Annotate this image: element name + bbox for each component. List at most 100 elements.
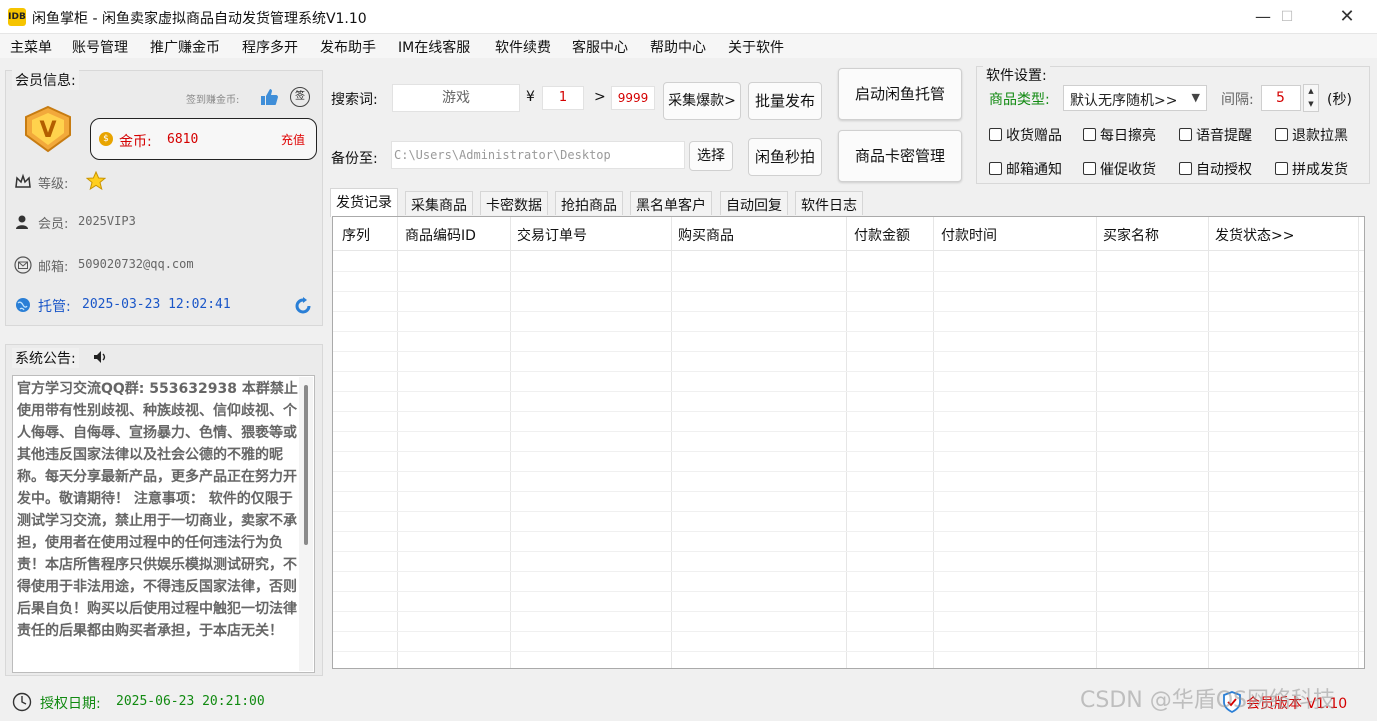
coin-label: 金币:	[119, 134, 152, 150]
menu-publish-helper[interactable]: 发布助手	[320, 37, 376, 57]
column-divider	[933, 217, 934, 668]
checkbox-refund-blacklist[interactable]: 退款拉黑	[1275, 125, 1348, 145]
checkbox-voice-alert[interactable]: 语音提醒	[1179, 125, 1252, 145]
table-row-line	[333, 571, 1364, 572]
search-keyword-input[interactable]: 游戏	[392, 84, 520, 112]
checkbox-group-ship[interactable]: 拼成发货	[1275, 159, 1348, 179]
interval-stepper[interactable]: ▲ ▼	[1303, 84, 1319, 112]
coin-value: 6810	[167, 132, 199, 147]
menu-accounts[interactable]: 账号管理	[72, 37, 128, 57]
tab-auto-reply[interactable]: 自动回复	[720, 191, 788, 215]
close-button[interactable]: ✕	[1324, 0, 1370, 34]
column-header-buyer[interactable]: 买家名称	[1103, 225, 1159, 245]
product-type-select[interactable]: 默认无序随机>> ▼	[1063, 85, 1207, 111]
tab-software-log[interactable]: 软件日志	[795, 191, 863, 215]
tab-collected-products[interactable]: 采集商品	[405, 191, 473, 215]
table-row-line	[333, 431, 1364, 432]
tab-snap-products[interactable]: 抢拍商品	[555, 191, 623, 215]
checkbox-box[interactable]	[1179, 162, 1192, 175]
membership-label: 会员:	[38, 217, 69, 232]
table-row-line	[333, 331, 1364, 332]
checkbox-urge-receipt[interactable]: 催促收货	[1083, 159, 1156, 179]
checkbox-label: 语音提醒	[1196, 128, 1252, 144]
start-hosting-button[interactable]: 启动闲鱼托管	[838, 68, 962, 120]
license-time: 2025-06-23 20:21:00	[116, 694, 265, 709]
notice-text: 官方学习交流QQ群: 553632938 本群禁止使用带有性别歧视、种族歧视、信…	[17, 381, 298, 639]
checkbox-label: 邮箱通知	[1006, 162, 1062, 178]
maximize-button[interactable]: ☐	[1264, 0, 1310, 34]
checkbox-label: 退款拉黑	[1292, 128, 1348, 144]
table-row-line	[333, 511, 1364, 512]
collect-hot-button[interactable]: 采集爆款>	[663, 82, 741, 120]
checkbox-box[interactable]	[1275, 162, 1288, 175]
level-row: 等级:	[14, 171, 134, 193]
column-divider	[397, 217, 398, 668]
column-header-order-no[interactable]: 交易订单号	[517, 225, 587, 245]
user-icon	[16, 215, 28, 229]
tab-card-keys[interactable]: 卡密数据	[480, 191, 548, 215]
checkbox-box[interactable]	[989, 128, 1002, 141]
notice-title: 系统公告:	[12, 348, 79, 368]
column-header-product-id[interactable]: 商品编码ID	[405, 225, 476, 245]
refresh-icon[interactable]	[294, 297, 312, 315]
table-row-line	[333, 591, 1364, 592]
interval-input[interactable]: 5	[1261, 85, 1301, 111]
clock-icon	[12, 692, 32, 712]
checkbox-box[interactable]	[1275, 128, 1288, 141]
tab-shipping-records[interactable]: 发货记录	[330, 188, 398, 217]
checkbox-auto-authorize[interactable]: 自动授权	[1179, 159, 1252, 179]
trust-row: 托管: 2025-03-23 12:02:41	[14, 294, 264, 316]
checkbox-email-notify[interactable]: 邮箱通知	[989, 159, 1062, 179]
menu-im-service[interactable]: IM在线客服	[398, 37, 470, 57]
menu-promote[interactable]: 推广赚金币	[150, 37, 220, 57]
menu-help-center[interactable]: 帮助中心	[650, 37, 706, 57]
menu-about[interactable]: 关于软件	[728, 37, 784, 57]
checkbox-label: 自动授权	[1196, 162, 1252, 178]
column-header-product[interactable]: 购买商品	[678, 225, 734, 245]
table-row-line	[333, 311, 1364, 312]
watermark: CSDN @华盾OS网络科技	[1080, 688, 1335, 713]
column-header-amount[interactable]: 付款金额	[854, 225, 910, 245]
choose-folder-button[interactable]: 选择	[689, 141, 733, 171]
window-title: 闲鱼掌柜 - 闲鱼卖家虚拟商品自动发货管理系统V1.10	[32, 11, 367, 27]
search-keyword-value: 游戏	[442, 90, 470, 106]
membership-row: 会员: 2025VIP3	[14, 211, 214, 233]
coin-balance-box: $ 金币: 6810 充值	[90, 118, 317, 160]
card-key-manage-button[interactable]: 商品卡密管理	[838, 130, 962, 182]
price-max-input[interactable]: 9999	[611, 86, 655, 110]
coin-icon: $	[99, 132, 113, 146]
column-header-status[interactable]: 发货状态>>	[1215, 225, 1294, 245]
notice-scrollbar[interactable]	[299, 377, 313, 671]
checkbox-daily-polish[interactable]: 每日擦亮	[1083, 125, 1156, 145]
column-header-index[interactable]: 序列	[342, 225, 370, 245]
checkbox-receipt-gift[interactable]: 收货赠品	[989, 125, 1062, 145]
checkbox-box[interactable]	[1179, 128, 1192, 141]
checkbox-label: 拼成发货	[1292, 162, 1348, 178]
thumbs-up-icon[interactable]	[258, 86, 280, 108]
checkbox-box[interactable]	[1083, 162, 1096, 175]
star-icon	[86, 171, 106, 191]
tab-blacklist[interactable]: 黑名单客户	[630, 191, 712, 215]
shipping-records-table[interactable]: 序列 商品编码ID 交易订单号 购买商品 付款金额 付款时间 买家名称 发货状态…	[332, 216, 1365, 669]
menu-main[interactable]: 主菜单	[10, 37, 52, 57]
price-min-input[interactable]: 1	[542, 86, 584, 110]
table-row-line	[333, 651, 1364, 652]
menu-multi-open[interactable]: 程序多开	[242, 37, 298, 57]
table-row-line	[333, 491, 1364, 492]
checkbox-box[interactable]	[989, 162, 1002, 175]
column-header-pay-time[interactable]: 付款时间	[941, 225, 997, 245]
notice-textbox[interactable]: 官方学习交流QQ群: 553632938 本群禁止使用带有性别歧视、种族歧视、信…	[12, 375, 315, 673]
table-row-line	[333, 371, 1364, 372]
column-divider	[1358, 217, 1359, 668]
flash-buy-button[interactable]: 闲鱼秒拍	[748, 138, 822, 176]
sign-in-button[interactable]: 签	[290, 87, 310, 107]
menu-renew[interactable]: 软件续费	[495, 37, 551, 57]
menu-service-center[interactable]: 客服中心	[572, 37, 628, 57]
recharge-link[interactable]: 充值	[281, 131, 305, 148]
backup-label: 备份至:	[331, 151, 378, 167]
checkbox-box[interactable]	[1083, 128, 1096, 141]
notice-scroll-thumb[interactable]	[304, 385, 308, 545]
interval-value: 5	[1276, 90, 1285, 106]
backup-path-input[interactable]: C:\Users\Administrator\Desktop	[391, 141, 685, 169]
batch-publish-button[interactable]: 批量发布	[748, 82, 822, 120]
